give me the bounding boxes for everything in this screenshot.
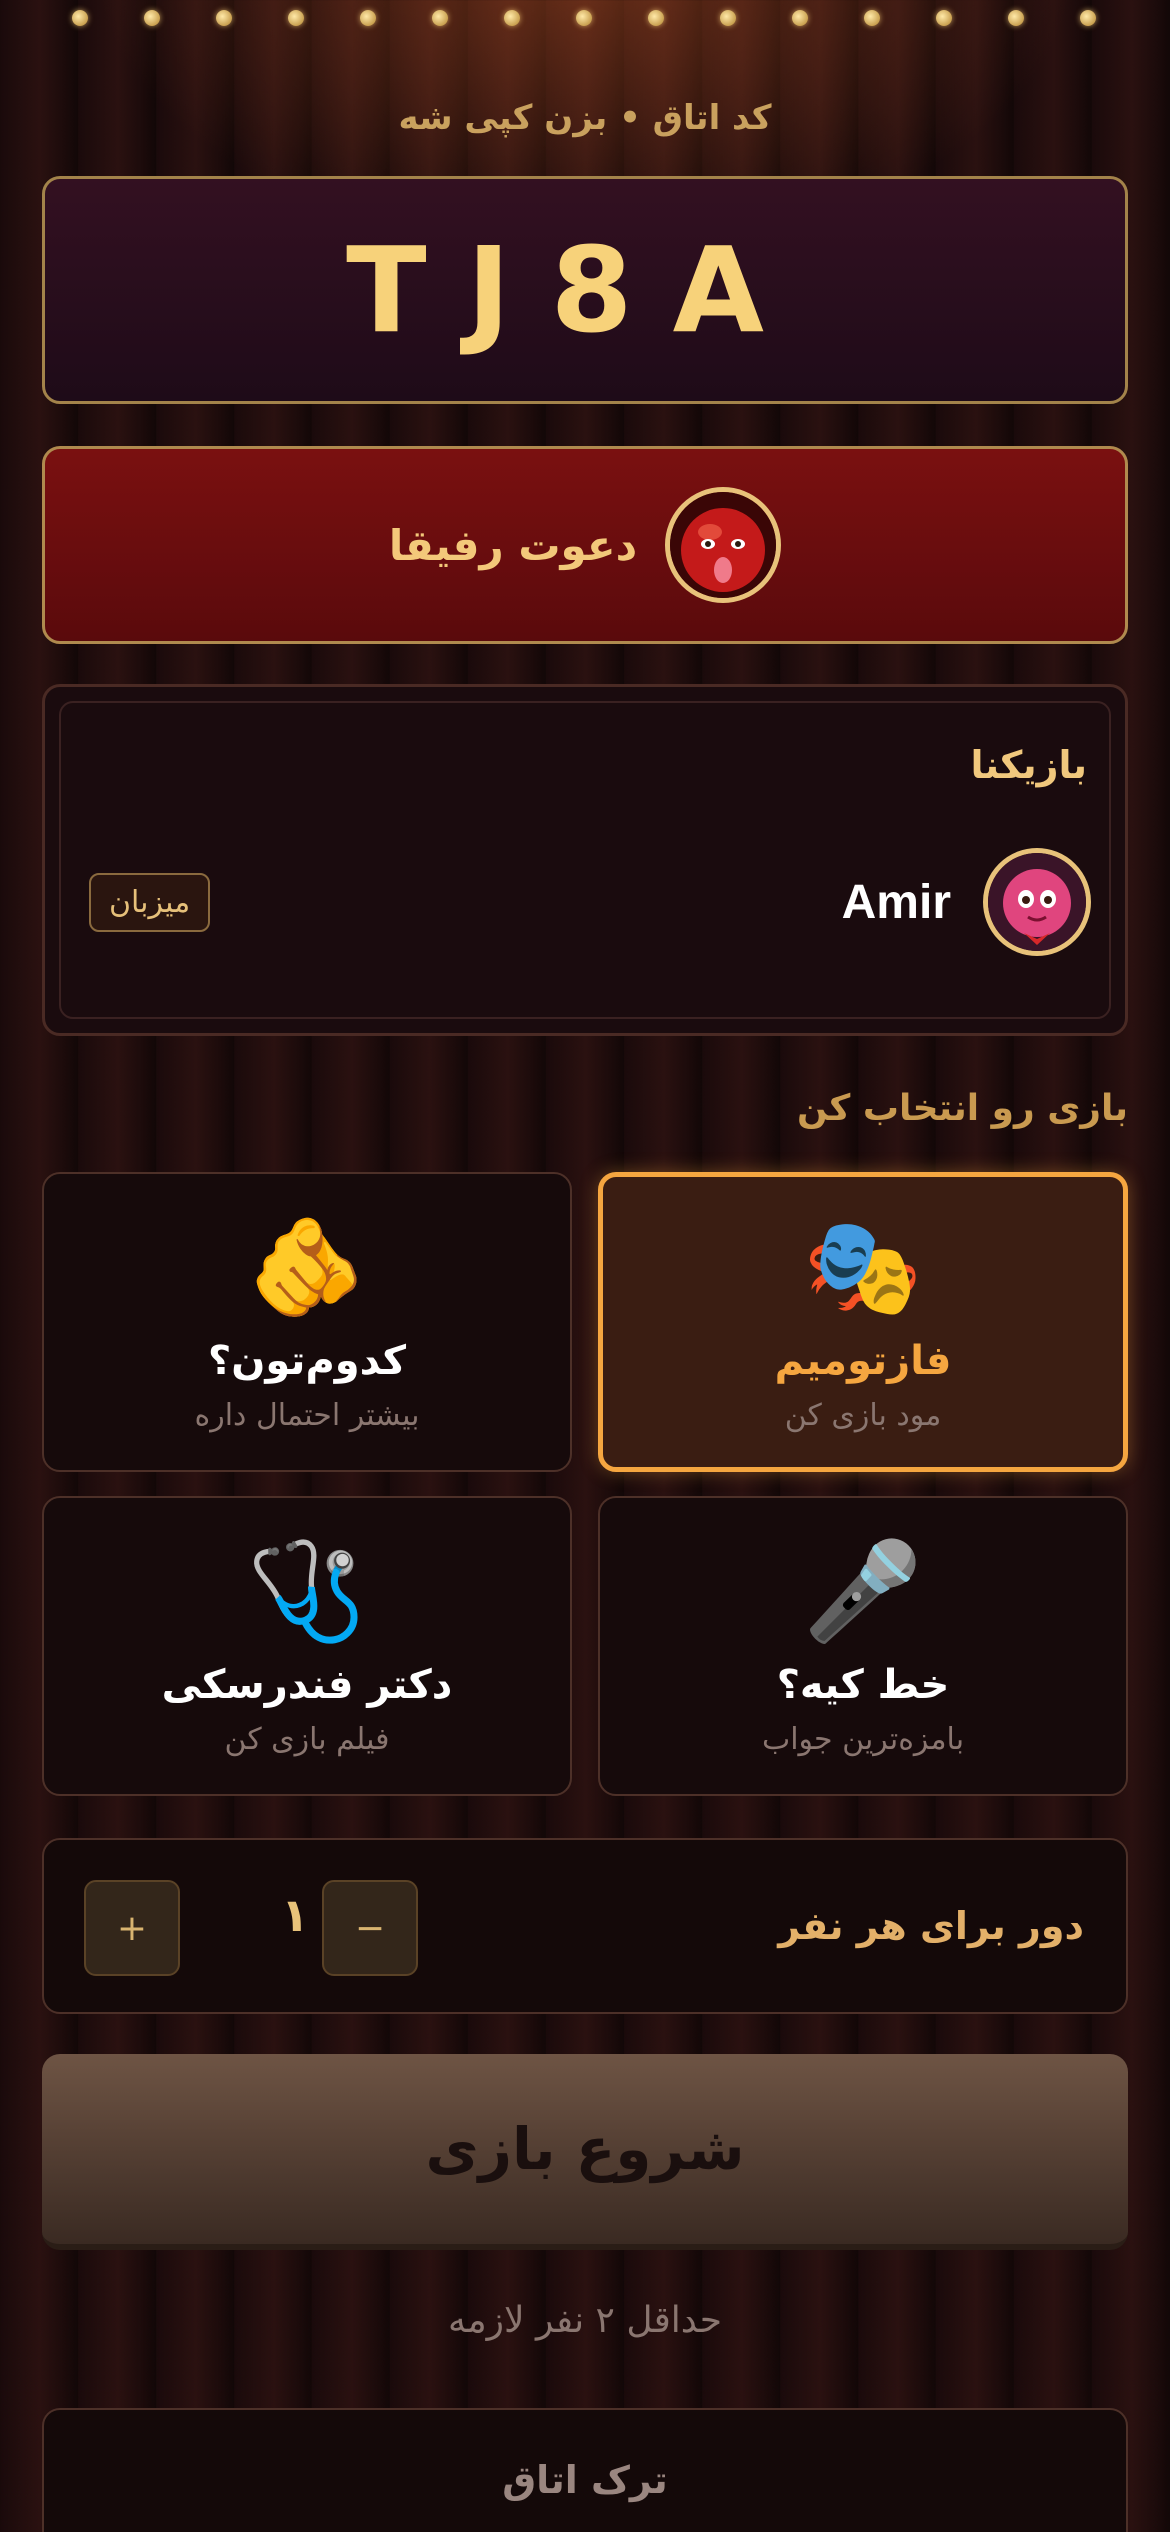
pink-doll-avatar-icon [983, 848, 1091, 956]
game-subtitle: بامزه‌ترین جواب [761, 1721, 965, 1757]
game-card-kodoomtoon[interactable]: 🫵 کدوم‌تون؟ بیشتر احتمال داره [42, 1172, 572, 1472]
host-badge: میزبان [89, 872, 211, 932]
bulb-light [648, 10, 664, 26]
bulb-light [504, 10, 520, 26]
room-code: TJ8A [346, 221, 804, 359]
game-title: کدوم‌تون؟ [208, 1337, 406, 1384]
bulb-light [720, 10, 736, 26]
invite-label: دعوت رفیقا [388, 520, 638, 570]
game-title: خط کیه؟ [776, 1661, 950, 1708]
rounds-label: دور برای هر نفر [778, 1904, 1084, 1948]
bulb-light [432, 10, 448, 26]
marquee-bulbs [0, 0, 1170, 40]
min-players-note: حداقل ۲ نفر لازمه [448, 2300, 722, 2341]
start-game-button[interactable]: شروع بازی [42, 2054, 1128, 2250]
bulb-light [288, 10, 304, 26]
theater-masks-icon: 🎭 [803, 1210, 923, 1323]
player-name: Amir [841, 875, 951, 929]
invite-friends-button[interactable]: دعوت رفیقا [42, 446, 1128, 644]
apple-face-avatar-icon [665, 487, 782, 603]
room-code-label: کد اتاق • بزن کپی شه [398, 98, 772, 138]
player-row: Amir میزبان [89, 847, 1091, 957]
start-game-label: شروع بازی [425, 2115, 745, 2183]
bulb-light [792, 10, 808, 26]
game-card-faztomim[interactable]: 🎭 فازتومیم مود بازی کن [598, 1172, 1128, 1472]
bulb-light [864, 10, 880, 26]
stethoscope-icon: 🩺 [247, 1534, 367, 1647]
microphone-icon: 🎤 [803, 1534, 923, 1647]
choose-game-title: بازی رو انتخاب کن [797, 1088, 1128, 1129]
players-title: بازیکنا [970, 743, 1087, 787]
bulb-light [576, 10, 592, 26]
bulb-light [936, 10, 952, 26]
rounds-value: ۱ [280, 1888, 310, 1942]
players-panel: بازیکنا Amir میزبان [42, 684, 1128, 1036]
pointing-finger-icon: 🫵 [247, 1210, 367, 1323]
rounds-per-player-panel: دور برای هر نفر − ۱ + [42, 1838, 1128, 2014]
game-card-khat-kiye[interactable]: 🎤 خط کیه؟ بامزه‌ترین جواب [598, 1496, 1128, 1796]
leave-room-label: ترک اتاق [502, 2458, 668, 2502]
game-card-doctor[interactable]: 🩺 دکتر فندرسکی فیلم بازی کن [42, 1496, 572, 1796]
bulb-light [1080, 10, 1096, 26]
game-subtitle: بیشتر احتمال داره [194, 1397, 420, 1433]
game-subtitle: فیلم بازی کن [224, 1721, 390, 1757]
bulb-light [144, 10, 160, 26]
bulb-light [216, 10, 232, 26]
game-subtitle: مود بازی کن [784, 1397, 942, 1433]
room-code-box[interactable]: TJ8A [42, 176, 1128, 404]
leave-room-button[interactable]: ترک اتاق [42, 2408, 1128, 2532]
bulb-light [1008, 10, 1024, 26]
bulb-light [72, 10, 88, 26]
game-title: دکتر فندرسکی [161, 1661, 453, 1708]
game-title: فازتومیم [774, 1337, 952, 1384]
bulb-light [360, 10, 376, 26]
increase-rounds-button[interactable]: + [84, 1880, 180, 1976]
